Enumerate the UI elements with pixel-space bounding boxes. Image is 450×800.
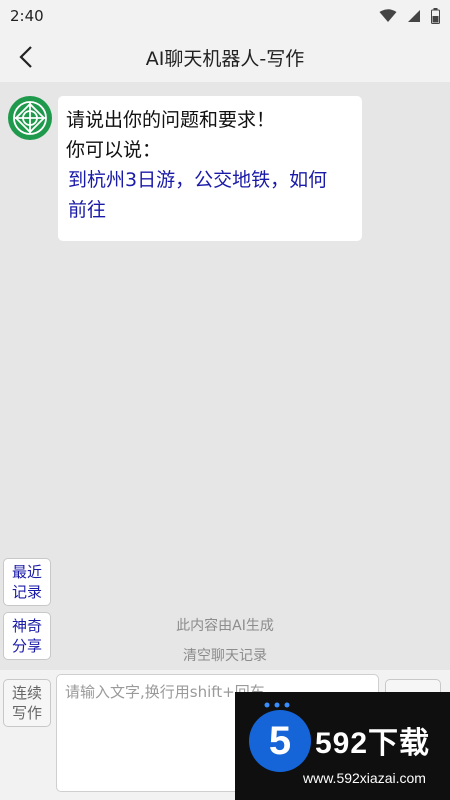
status-time: 2:40 xyxy=(10,7,44,25)
back-arrow-icon xyxy=(19,46,32,68)
message-line-hint: 你可以说： xyxy=(66,139,162,161)
watermark-dots-icon xyxy=(264,702,290,708)
battery-icon xyxy=(431,8,440,24)
recent-records-label-2: 记录 xyxy=(11,583,42,601)
magic-share-label-1: 神奇 xyxy=(11,617,42,635)
continue-writing-label-2: 写作 xyxy=(11,704,42,722)
watermark-logo-icon: 5 xyxy=(249,710,311,772)
chat-area[interactable]: 请说出你的问题和要求！ 你可以说： 到杭州3日游，公交地铁，如何 前往 最近 记… xyxy=(0,82,450,670)
title-bar: AI聊天机器人-写作 xyxy=(0,32,450,82)
magic-share-label-2: 分享 xyxy=(11,637,42,655)
back-button[interactable] xyxy=(10,40,44,74)
recent-records-label-1: 最近 xyxy=(11,563,42,581)
magic-share-button[interactable]: 神奇 分享 xyxy=(3,612,51,660)
watermark-url: www.592xiazai.com xyxy=(303,770,426,786)
continue-writing-button[interactable]: 连续 写作 xyxy=(3,679,51,727)
ai-generated-notice: 此内容由AI生成 xyxy=(176,618,274,634)
suggestion-link[interactable]: 到杭州3日游，公交地铁，如何 前往 xyxy=(66,165,354,225)
signal-icon xyxy=(408,10,420,22)
watermark-brand: 592下载 xyxy=(315,727,431,760)
clear-chat-button[interactable]: 清空聊天记录 xyxy=(120,645,330,665)
message-line-prompt: 请说出你的问题和要求！ xyxy=(66,109,276,131)
suggestion-line-1: 到杭州3日游，公交地铁，如何 xyxy=(68,169,328,191)
wifi-icon xyxy=(379,9,397,22)
bot-logo-icon xyxy=(13,101,47,135)
suggestion-line-2: 前往 xyxy=(68,199,107,221)
recent-records-button[interactable]: 最近 记录 xyxy=(3,558,51,606)
continue-writing-label-1: 连续 xyxy=(11,684,42,702)
status-bar: 2:40 xyxy=(0,0,450,32)
bot-message-bubble: 请说出你的问题和要求！ 你可以说： 到杭州3日游，公交地铁，如何 前往 xyxy=(58,96,362,241)
site-watermark: 5 592下载 www.592xiazai.com xyxy=(235,692,450,800)
bot-avatar xyxy=(8,96,52,140)
status-icons xyxy=(379,8,440,24)
page-title: AI聊天机器人-写作 xyxy=(145,47,305,70)
